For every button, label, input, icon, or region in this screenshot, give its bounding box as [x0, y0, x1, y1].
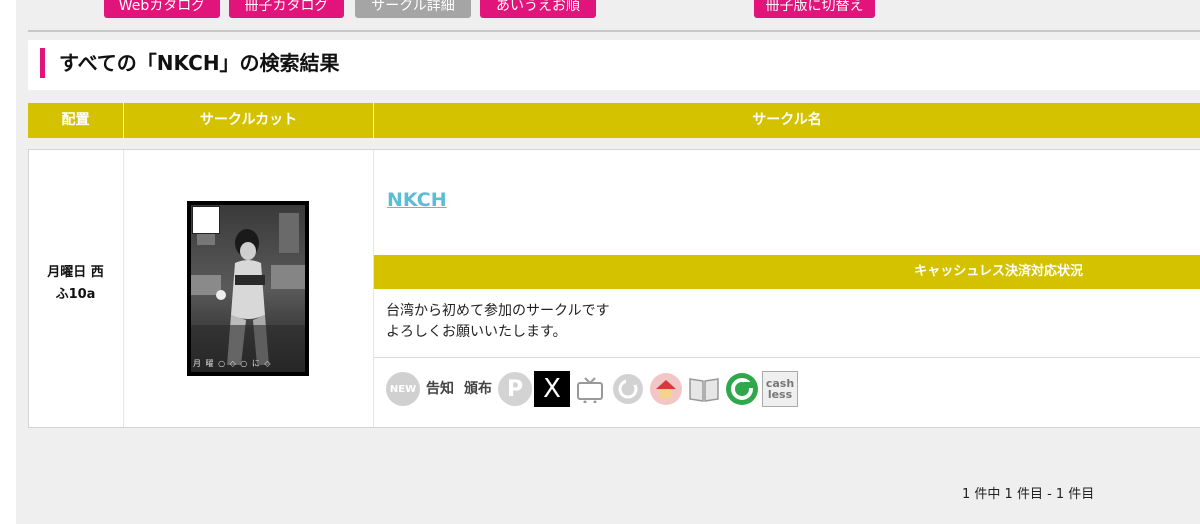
- circle-name-link[interactable]: NKCH: [387, 189, 447, 211]
- cut-signature: 月 曜 ○ ◇ ○ に ◇: [193, 359, 272, 368]
- link-icon[interactable]: [610, 371, 646, 407]
- page-left-margin: [0, 0, 16, 524]
- circle-ms-icon[interactable]: [724, 371, 760, 407]
- booklet-catalog-button[interactable]: 冊子カタログ: [229, 0, 344, 18]
- description-line: 台湾から初めて参加のサークルです: [386, 303, 610, 319]
- circle-icon-list: NEW 告知 頒布 P X cash less: [386, 371, 798, 407]
- book-icon[interactable]: [686, 371, 722, 407]
- pixiv-icon[interactable]: P: [498, 372, 532, 406]
- circle-cut-image[interactable]: 月 曜 ○ ◇ ○ に ◇: [187, 201, 309, 376]
- header-circle-name: サークル名: [374, 103, 1200, 138]
- description-line: よろしくお願いいたします。: [386, 324, 567, 340]
- location-day: 月曜日 西: [47, 265, 104, 280]
- new-icon[interactable]: NEW: [386, 372, 420, 406]
- niconico-icon[interactable]: [572, 371, 608, 407]
- location-cell: 月曜日 西 ふ10a: [28, 262, 123, 306]
- row-divider: [374, 357, 1200, 358]
- page-title: すべての「NKCH」の検索結果: [59, 51, 340, 75]
- nav-divider: [28, 30, 1200, 32]
- aiueo-order-button[interactable]: あいうえお順: [480, 0, 596, 18]
- title-bar: すべての「NKCH」の検索結果: [28, 40, 1200, 90]
- switch-booklet-button[interactable]: 冊子版に切替え: [754, 0, 875, 18]
- pagination-status: 1 件中 1 件目 - 1 件目: [962, 487, 1095, 502]
- web-catalog-button[interactable]: Webカタログ: [104, 0, 220, 18]
- cashless-status-bar: キャッシュレス決済対応状況: [374, 255, 1200, 289]
- x-twitter-icon[interactable]: X: [534, 371, 570, 407]
- cashless-icon[interactable]: cash less: [762, 371, 798, 407]
- title-accent: [40, 48, 45, 78]
- distribution-icon[interactable]: 頒布: [460, 371, 496, 407]
- notice-icon[interactable]: 告知: [422, 371, 458, 407]
- location-booth: ふ10a: [55, 287, 96, 302]
- home-icon[interactable]: [648, 371, 684, 407]
- header-location: 配置: [28, 103, 123, 138]
- circle-detail-button[interactable]: サークル詳細: [355, 0, 471, 18]
- circle-description: 台湾から初めて参加のサークルです よろしくお願いいたします。: [386, 301, 610, 343]
- column-divider: [123, 150, 124, 427]
- header-circle-cut: サークルカット: [124, 103, 373, 138]
- cut-select-checkbox[interactable]: [192, 206, 220, 234]
